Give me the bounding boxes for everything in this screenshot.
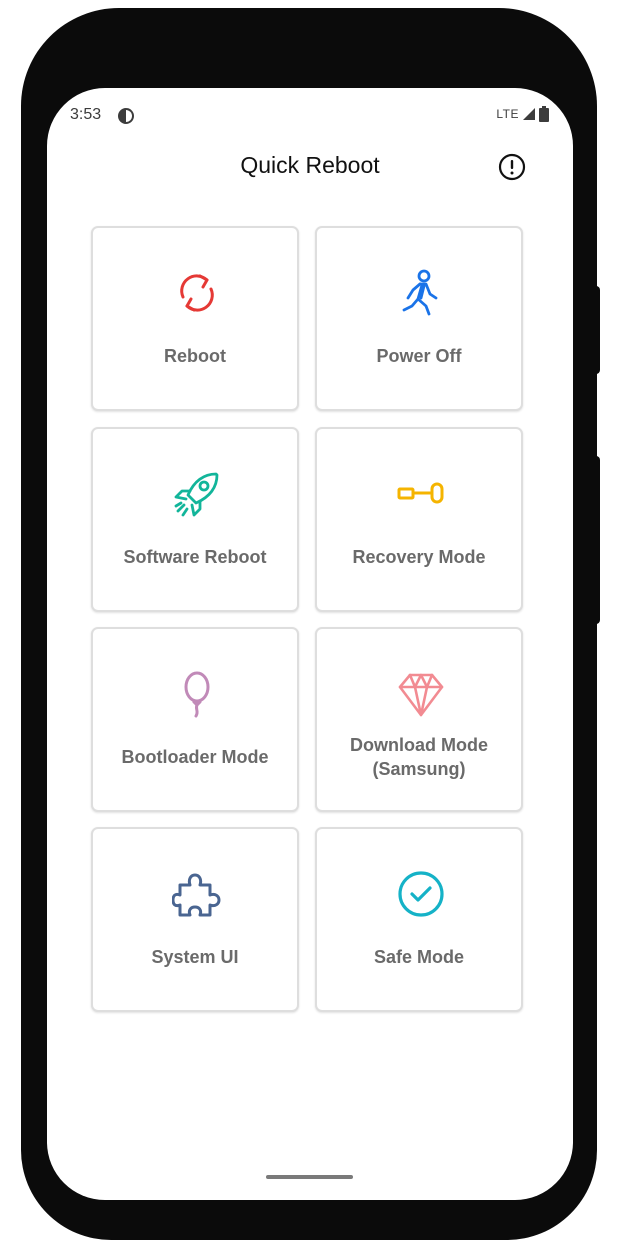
status-time: 3:53	[70, 106, 102, 123]
screen: 3:53 LTE Quick Reboot Reboot Power Off S…	[47, 88, 573, 1200]
balloon-icon	[184, 671, 210, 718]
tile-bootloader-mode[interactable]: Bootloader Mode	[91, 627, 299, 812]
tile-label: Download Mode (Samsung)	[350, 735, 488, 779]
tile-label: Bootloader Mode	[121, 747, 269, 767]
volume-button	[592, 286, 600, 374]
status-bar: 3:53 LTE	[47, 88, 573, 144]
status-right: LTE	[496, 106, 549, 122]
key-icon	[397, 482, 444, 504]
tile-label: Reboot	[164, 346, 226, 366]
tile-reboot[interactable]: Reboot	[91, 226, 299, 411]
tile-label: Software Reboot	[123, 547, 267, 567]
tile-label: Safe Mode	[373, 947, 465, 967]
tile-label: Power Off	[376, 346, 462, 366]
page-title: Quick Reboot	[240, 152, 380, 178]
tile-recovery-mode[interactable]: Recovery Mode	[315, 427, 523, 612]
reboot-options-grid: Reboot Power Off Software Reboot Recover…	[91, 226, 527, 1016]
tile-label: Recovery Mode	[352, 547, 486, 567]
diamond-icon	[398, 673, 444, 717]
refresh-icon	[180, 274, 214, 312]
tile-software-reboot[interactable]: Software Reboot	[91, 427, 299, 612]
app-notification-icon	[118, 108, 134, 124]
network-type: LTE	[496, 107, 519, 121]
walking-person-icon	[402, 269, 438, 316]
signal-icon	[523, 108, 535, 120]
check-circle-icon	[398, 871, 444, 917]
tile-label: System UI	[151, 947, 239, 967]
puzzle-icon	[172, 873, 221, 917]
home-indicator[interactable]	[266, 1175, 353, 1179]
tile-download-mode[interactable]: Download Mode (Samsung)	[315, 627, 523, 812]
tile-power-off[interactable]: Power Off	[315, 226, 523, 411]
tile-safe-mode[interactable]: Safe Mode	[315, 827, 523, 1012]
rocket-icon	[174, 472, 219, 517]
power-button	[592, 456, 600, 624]
info-icon[interactable]	[498, 153, 526, 181]
tile-system-ui[interactable]: System UI	[91, 827, 299, 1012]
app-header: Quick Reboot	[47, 144, 573, 194]
battery-icon	[539, 106, 549, 122]
